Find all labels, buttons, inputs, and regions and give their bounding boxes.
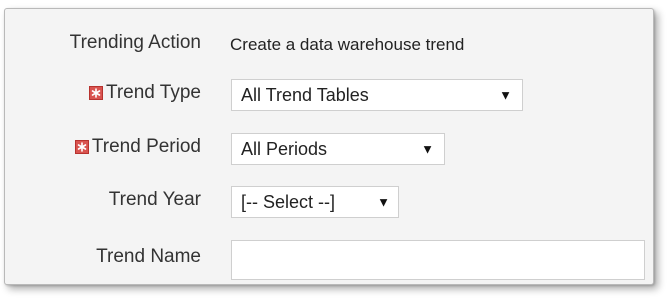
trending-action-label: Trending Action xyxy=(69,32,201,53)
dropdown-arrow-icon: ▼ xyxy=(377,194,390,210)
trend-type-label-group: Trend Type xyxy=(88,82,201,104)
trend-period-label-group: Trend Period xyxy=(74,136,201,158)
trend-name-input[interactable] xyxy=(231,240,645,280)
trend-form-panel: Trending Action Create a data warehouse … xyxy=(4,8,654,285)
trend-type-selected: All Trend Tables xyxy=(241,84,369,105)
trend-year-label: Trend Year xyxy=(108,189,201,210)
trend-name-row: Trend Name xyxy=(5,237,653,280)
required-icon xyxy=(74,140,89,154)
trend-period-selected: All Periods xyxy=(241,138,328,159)
trend-year-select[interactable]: [-- Select --] ▼ xyxy=(231,186,399,218)
trend-period-select[interactable]: All Periods ▼ xyxy=(231,133,445,165)
trend-year-row: Trend Year [-- Select --] ▼ xyxy=(5,183,653,219)
trending-action-row: Trending Action Create a data warehouse … xyxy=(5,25,653,61)
dropdown-arrow-icon: ▼ xyxy=(499,87,512,103)
dropdown-arrow-icon: ▼ xyxy=(421,141,434,157)
trend-type-select[interactable]: All Trend Tables ▼ xyxy=(231,79,523,111)
trend-year-selected: [-- Select --] xyxy=(241,191,336,212)
trend-name-label: Trend Name xyxy=(96,246,201,267)
required-icon xyxy=(88,86,103,100)
trend-period-row: Trend Period All Periods ▼ xyxy=(5,130,653,166)
trend-type-label: Trend Type xyxy=(105,82,201,103)
trend-period-label: Trend Period xyxy=(91,136,201,157)
trend-type-row: Trend Type All Trend Tables ▼ xyxy=(5,76,653,112)
trending-action-value: Create a data warehouse trend xyxy=(230,35,465,54)
